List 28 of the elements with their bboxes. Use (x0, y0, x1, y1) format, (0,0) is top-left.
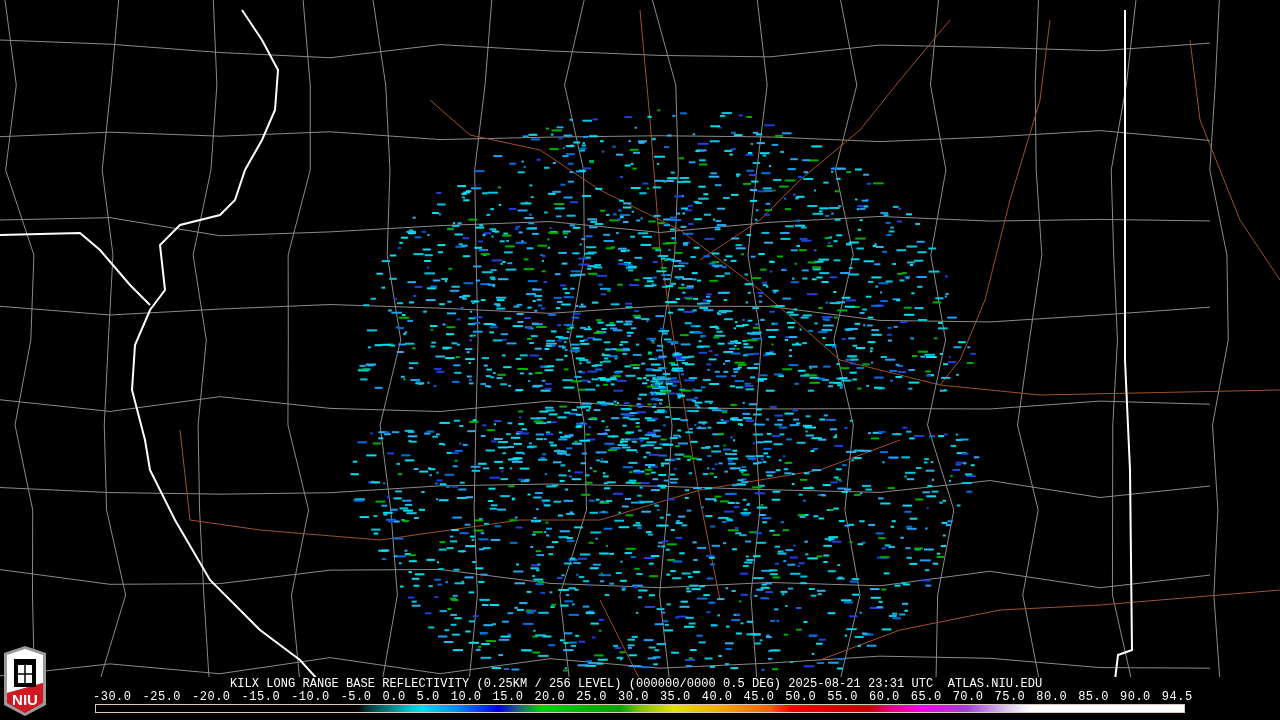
scale-label: -10.0 (291, 691, 330, 703)
scale-label: -15.0 (241, 691, 281, 703)
scale-label: 70.0 (952, 691, 984, 703)
scale-label: 5.0 (416, 691, 440, 703)
scale-label: 40.0 (701, 691, 733, 703)
scale-label: 25.0 (576, 691, 608, 703)
scale-label: 60.0 (869, 691, 900, 703)
scale-label: 85.0 (1078, 691, 1109, 703)
scale-label: 65.0 (910, 691, 942, 703)
scale-label: 55.0 (827, 691, 858, 703)
university-logo: NIU (3, 645, 47, 717)
scale-label: 45.0 (743, 691, 775, 703)
scale-label: -30.0 (93, 691, 132, 703)
scale-label: -20.0 (192, 691, 231, 703)
scale-label: 20.0 (534, 691, 566, 703)
scale-label: 15.0 (492, 691, 524, 703)
scale-label: 10.0 (450, 691, 482, 703)
scale-label: 35.0 (659, 691, 691, 703)
scale-label: 50.0 (785, 691, 817, 703)
product-title: KILX LONG RANGE BASE REFLECTIVITY (0.25KM / 256 LEVEL) (000000/0000 0.5 DEG) 2025-08-21 23:31 UTC ATLAS.NIU.EDU (230, 677, 1043, 691)
scale-label: -5.0 (340, 691, 372, 703)
scale-label: 0.0 (382, 691, 406, 703)
scale-label: 30.0 (618, 691, 649, 703)
scale-label: 80.0 (1036, 691, 1068, 703)
scale-label: 75.0 (994, 691, 1026, 703)
scale-label: 94.5 (1161, 691, 1193, 703)
scale-label: 90.0 (1120, 691, 1151, 703)
scale-label: -25.0 (142, 691, 182, 703)
